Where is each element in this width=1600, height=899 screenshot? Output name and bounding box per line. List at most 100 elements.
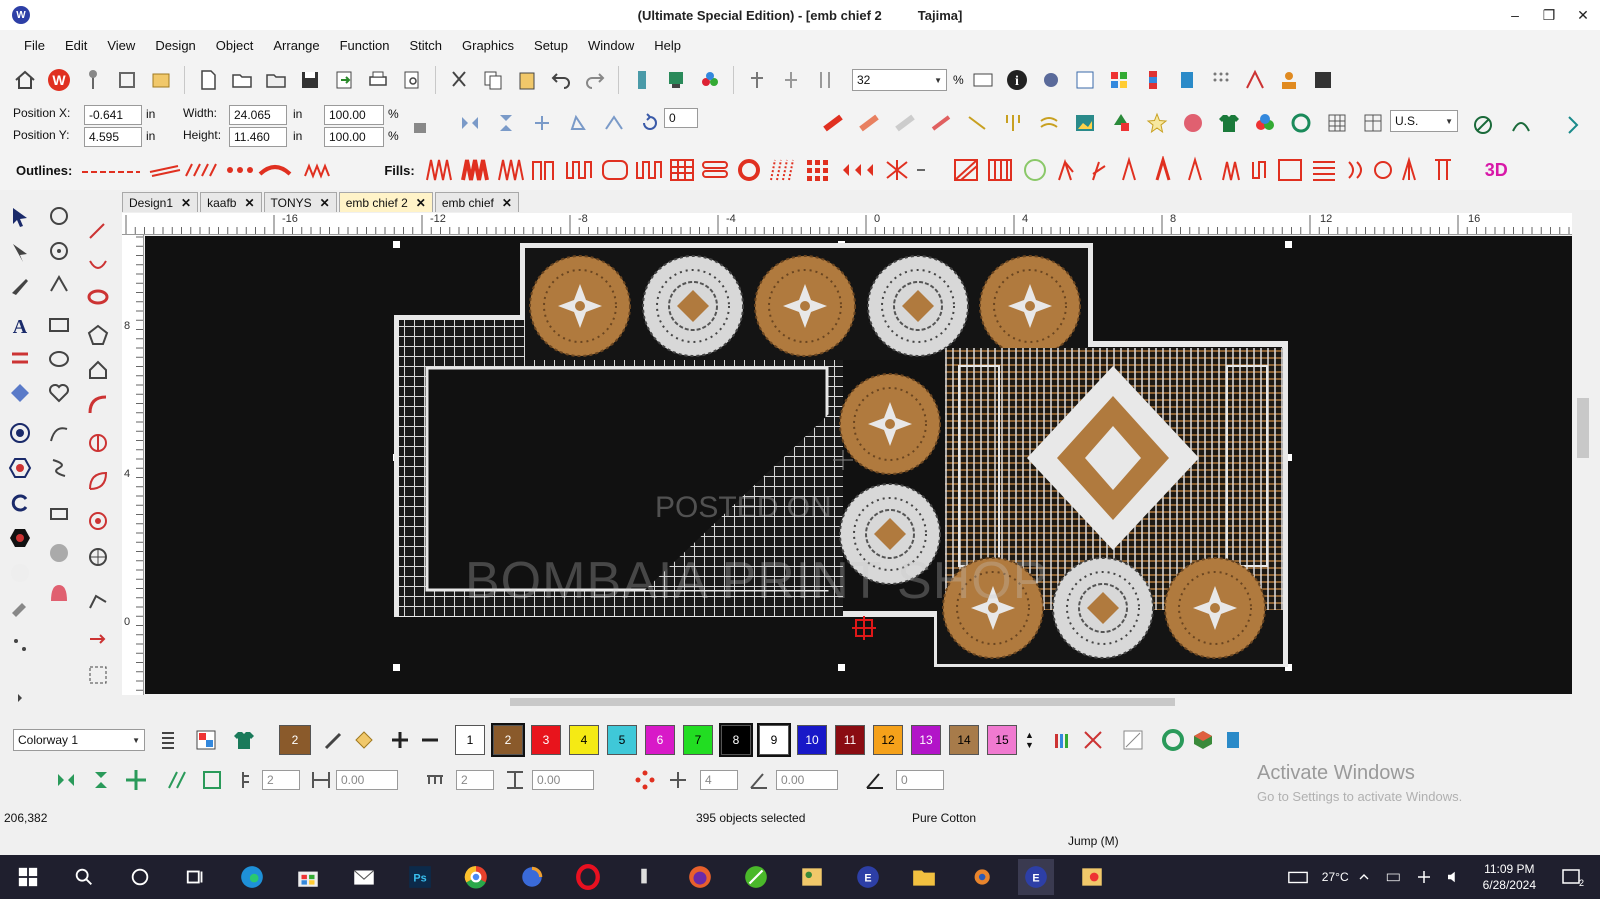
hoop-icon[interactable] bbox=[112, 65, 142, 95]
color-swatch-1[interactable]: 1 bbox=[455, 725, 485, 755]
color-sort-icon[interactable] bbox=[1078, 725, 1108, 755]
open-recent-icon[interactable] bbox=[261, 65, 291, 95]
tab-kaafb[interactable]: kaafb ✕ bbox=[200, 192, 262, 212]
usb-drive-icon[interactable] bbox=[626, 859, 662, 895]
sequence-manager-icon[interactable] bbox=[1218, 725, 1248, 755]
menu-object[interactable]: Object bbox=[206, 38, 264, 53]
layout-icon[interactable] bbox=[1070, 65, 1100, 95]
scroll-up-icon[interactable]: ▲ bbox=[1025, 730, 1034, 740]
diamond-icon[interactable] bbox=[5, 378, 35, 408]
blender-icon[interactable] bbox=[962, 859, 998, 895]
appliqué-tool-icon[interactable] bbox=[44, 538, 74, 568]
eraser-icon[interactable] bbox=[5, 592, 35, 622]
app-swirl-icon[interactable] bbox=[514, 859, 550, 895]
volume-icon[interactable] bbox=[1443, 859, 1465, 895]
clock[interactable]: 11:09 PM 6/28/2024 bbox=[1483, 861, 1536, 893]
dots-tool-icon[interactable] bbox=[5, 630, 35, 660]
settings-icon[interactable] bbox=[1036, 65, 1066, 95]
mirror-vertical-icon[interactable] bbox=[491, 108, 521, 138]
menu-arrange[interactable]: Arrange bbox=[263, 38, 329, 53]
wilcom-active-icon[interactable]: E bbox=[1018, 859, 1054, 895]
tab-design1[interactable]: Design1 ✕ bbox=[122, 192, 199, 212]
color-wheel-icon[interactable] bbox=[1158, 725, 1188, 755]
paste-icon[interactable] bbox=[512, 65, 542, 95]
hexagon-icon[interactable] bbox=[5, 453, 35, 483]
info-icon[interactable]: i bbox=[1002, 65, 1032, 95]
web-icon[interactable] bbox=[83, 542, 113, 572]
export-icon[interactable] bbox=[329, 65, 359, 95]
edge-browser-icon[interactable] bbox=[234, 859, 270, 895]
photos-app-icon[interactable] bbox=[794, 859, 830, 895]
color-grid-icon[interactable] bbox=[1104, 65, 1134, 95]
circular-array-icon[interactable] bbox=[630, 765, 660, 795]
colorbar-icon[interactable] bbox=[1138, 65, 1168, 95]
cut-icon[interactable] bbox=[444, 65, 474, 95]
rows-field[interactable]: 2 bbox=[456, 770, 494, 790]
wave-tool-icon[interactable] bbox=[1034, 108, 1064, 138]
outline-stroke-icon[interactable] bbox=[890, 108, 920, 138]
polygon-icon[interactable] bbox=[83, 320, 113, 350]
photoshop-icon[interactable]: Ps bbox=[402, 859, 438, 895]
rotate-circle-icon[interactable] bbox=[44, 236, 74, 266]
close-tab-icon[interactable]: ✕ bbox=[502, 196, 512, 210]
star-icon[interactable] bbox=[1142, 108, 1172, 138]
curve-icon[interactable] bbox=[44, 418, 74, 448]
column-icon[interactable] bbox=[83, 428, 113, 458]
horizontal-scrollbar[interactable] bbox=[145, 695, 1572, 709]
rotate-angle-icon[interactable] bbox=[860, 765, 890, 795]
shirt-color-icon[interactable] bbox=[229, 725, 259, 755]
skew-icon[interactable] bbox=[563, 108, 593, 138]
task-view-icon[interactable] bbox=[178, 859, 214, 895]
flower-icon[interactable] bbox=[83, 506, 113, 536]
array-icon[interactable] bbox=[162, 765, 192, 795]
count-field[interactable]: 2 bbox=[262, 770, 300, 790]
menu-view[interactable]: View bbox=[97, 38, 145, 53]
add-color-icon[interactable] bbox=[385, 725, 415, 755]
horizontal-scroll-thumb[interactable] bbox=[510, 698, 1175, 706]
3d-cube-icon[interactable] bbox=[1188, 725, 1218, 755]
color-swatch-13[interactable]: 13 bbox=[911, 725, 941, 755]
close-tab-icon[interactable]: ✕ bbox=[181, 196, 191, 210]
notification-icon[interactable]: 2 bbox=[1554, 859, 1590, 895]
knife-icon[interactable] bbox=[5, 272, 35, 302]
mirror-h-icon[interactable] bbox=[51, 765, 81, 795]
paint-bucket-icon[interactable] bbox=[349, 725, 379, 755]
position-y-field[interactable]: 4.595 bbox=[84, 127, 142, 147]
3d-icons[interactable] bbox=[1399, 156, 1479, 184]
wrap-icon[interactable] bbox=[197, 765, 227, 795]
green-app-icon[interactable] bbox=[738, 859, 774, 895]
close-tab-icon[interactable]: ✕ bbox=[320, 196, 330, 210]
stitch-player-icon[interactable] bbox=[627, 65, 657, 95]
colorway-list-icon[interactable] bbox=[153, 725, 183, 755]
height-field[interactable]: 11.460 bbox=[229, 127, 287, 147]
scale-width-field[interactable]: 100.00 bbox=[324, 105, 384, 125]
blank-tool-icon[interactable] bbox=[5, 558, 35, 588]
picture-icon[interactable] bbox=[1308, 65, 1338, 95]
grid-dots-icon[interactable] bbox=[1206, 65, 1236, 95]
network-icon[interactable] bbox=[1413, 859, 1435, 895]
opera-icon[interactable] bbox=[570, 859, 606, 895]
sewing-machine-icon[interactable] bbox=[44, 498, 74, 528]
search-icon[interactable] bbox=[66, 859, 102, 895]
menu-help[interactable]: Help bbox=[644, 38, 691, 53]
current-color-swatch[interactable]: 2 bbox=[279, 725, 311, 755]
menu-setup[interactable]: Setup bbox=[524, 38, 578, 53]
new-file-icon[interactable] bbox=[193, 65, 223, 95]
width-field[interactable]: 24.065 bbox=[229, 105, 287, 125]
zoom-combo[interactable]: 32 ▼ bbox=[852, 69, 947, 91]
step-icon[interactable] bbox=[232, 765, 262, 795]
color-swatch-12[interactable]: 12 bbox=[873, 725, 903, 755]
stitch-tool-2-icon[interactable] bbox=[776, 65, 806, 95]
color-grid-palette-icon[interactable] bbox=[191, 725, 221, 755]
wave-curve-icon[interactable] bbox=[44, 453, 74, 483]
photo-viewer-icon[interactable] bbox=[1074, 859, 1110, 895]
angle-icon[interactable] bbox=[744, 765, 774, 795]
3d-button[interactable]: 3D bbox=[1485, 160, 1508, 181]
radial-count-field[interactable]: 4 bbox=[700, 770, 738, 790]
vertical-scroll-thumb[interactable] bbox=[1577, 398, 1589, 458]
heart-shapes-icon[interactable] bbox=[44, 378, 74, 408]
image-icon[interactable] bbox=[1070, 108, 1100, 138]
line-tool-icon[interactable] bbox=[962, 108, 992, 138]
spiral-icon[interactable] bbox=[83, 390, 113, 420]
vertical-scrollbar[interactable] bbox=[1572, 213, 1594, 695]
